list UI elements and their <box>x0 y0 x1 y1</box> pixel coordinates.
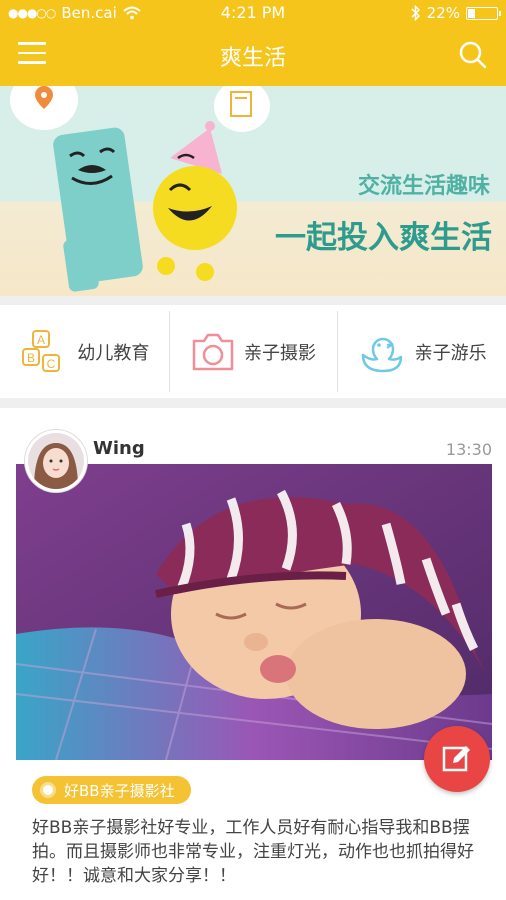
abc-blocks-icon: A B C <box>22 329 61 372</box>
post-content: 好BB亲子摄影社好专业，工作人员好有耐心指导我和BB摆拍。而且摄影师也非常专业，… <box>32 818 474 886</box>
page-title: 爽生活 <box>219 46 286 71</box>
category-early-education[interactable]: A B C 幼儿教育 <box>0 305 169 398</box>
edit-icon <box>442 746 470 772</box>
banner-headline-2: 一起投入爽生活 <box>275 220 492 256</box>
category-label: 亲子游乐 <box>414 342 487 364</box>
tag-dot-icon <box>40 782 56 798</box>
category-family-photography[interactable]: 亲子摄影 <box>168 305 338 398</box>
club-tag-label: 好BB亲子摄影社 <box>64 781 175 800</box>
user-avatar-image <box>28 433 84 489</box>
post-photo[interactable] <box>16 464 492 760</box>
svg-text:A: A <box>37 333 45 347</box>
club-tag[interactable]: 好BB亲子摄影社 <box>32 776 191 804</box>
banner-headline-1: 交流生活趣味 <box>357 174 490 199</box>
category-label: 幼儿教育 <box>77 342 150 364</box>
battery-icon <box>466 6 501 20</box>
category-family-fun[interactable]: 亲子游乐 <box>337 305 506 398</box>
camera-icon <box>192 333 234 370</box>
duck-icon <box>361 337 402 372</box>
status-bar: ●●●○○ Ben.cai 4:21 PM 22% <box>0 0 506 26</box>
battery-fill <box>468 8 475 18</box>
svg-text:C: C <box>47 357 56 371</box>
compose-post-button[interactable] <box>424 726 490 792</box>
post-card: Wing 13:30 好BB亲子摄影社 好BB亲子摄影社好专业，工作人员好有耐心… <box>0 408 506 900</box>
category-label: 亲子摄影 <box>244 342 316 364</box>
post-timestamp: 13:30 <box>445 440 492 459</box>
svg-text:B: B <box>27 351 35 365</box>
top-bar: ●●●○○ Ben.cai 4:21 PM 22% 爽生活 <box>0 0 506 86</box>
search-icon[interactable] <box>458 40 488 70</box>
nav-bar: 爽生活 <box>0 26 506 86</box>
category-bar: A B C 幼儿教育 亲子摄影 亲子游乐 <box>0 305 506 398</box>
bluetooth-icon <box>411 5 420 21</box>
promo-banner[interactable]: 交流生活趣味 一起投入爽生活 <box>0 86 506 296</box>
avatar[interactable] <box>25 430 87 492</box>
sleeping-baby-photo <box>16 464 492 760</box>
post-username[interactable]: Wing <box>93 438 145 459</box>
battery-percent: 22% <box>426 4 460 22</box>
